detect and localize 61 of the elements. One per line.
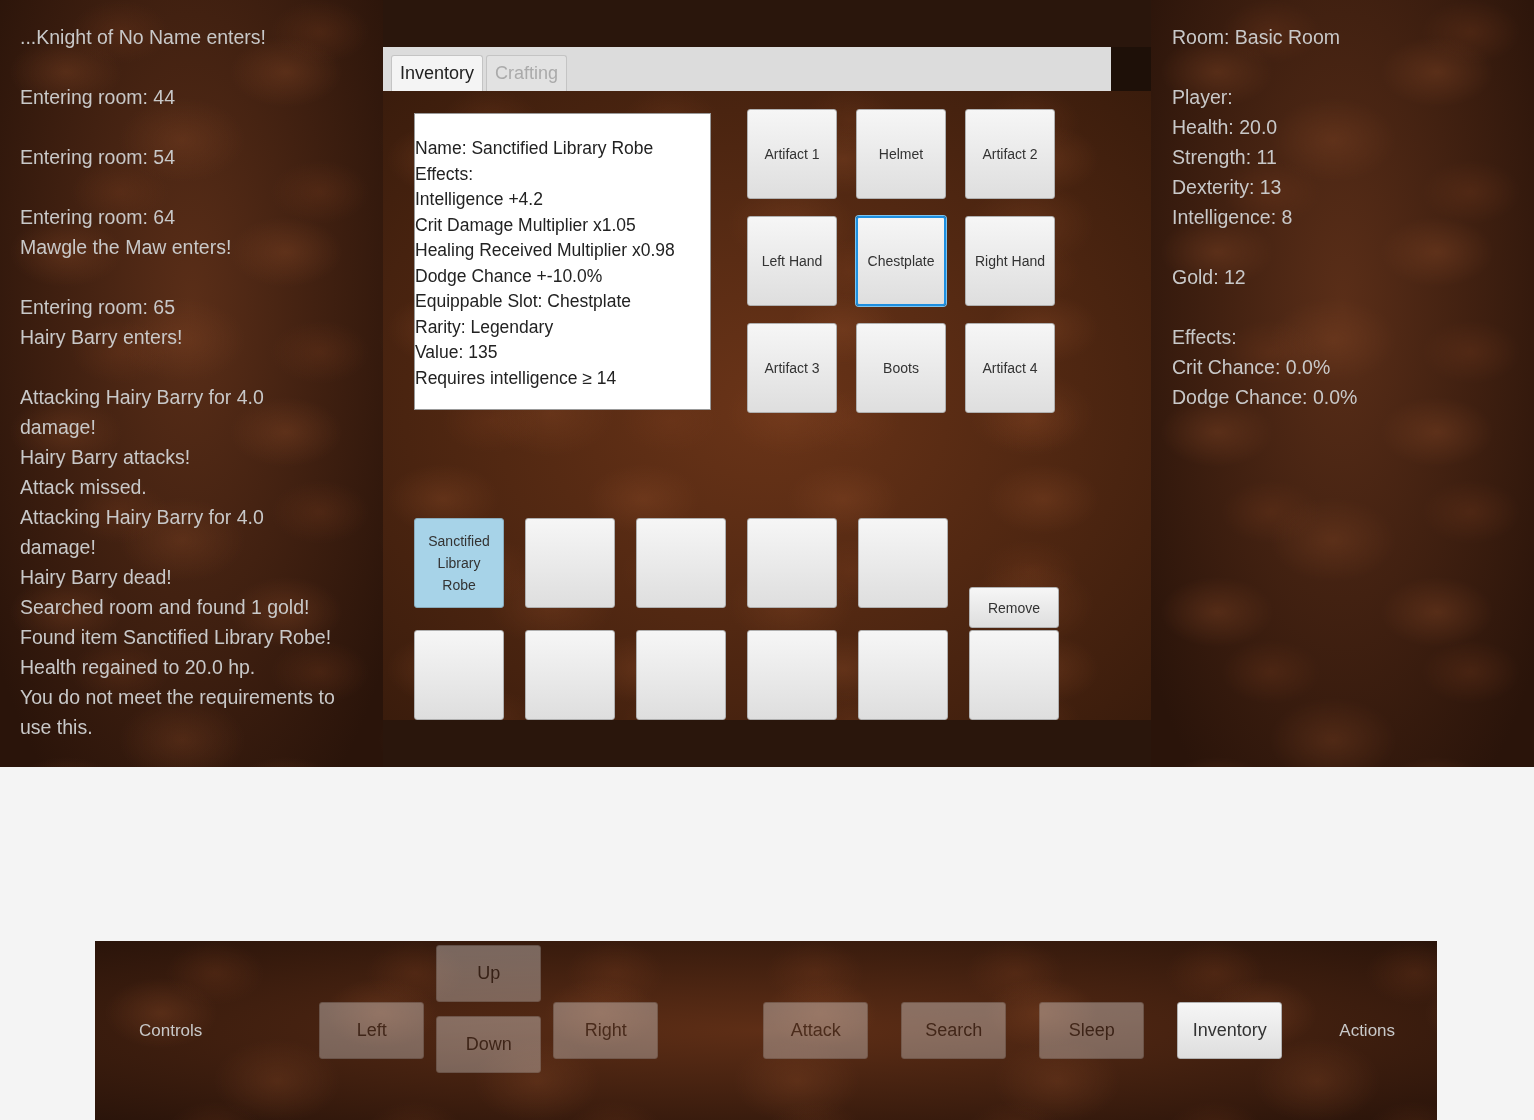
- inventory-slot[interactable]: Sanctified Library Robe: [414, 518, 504, 608]
- stat-line: Dexterity: 13: [1172, 175, 1283, 200]
- log-message: Attacking Hairy Barry for 4.0 damage!: [20, 385, 265, 440]
- inventory-slot[interactable]: [414, 630, 504, 720]
- log-message: Hairy Barry dead!: [20, 565, 173, 590]
- stat-line: Gold: 12: [1172, 265, 1247, 290]
- action-button[interactable]: Inventory: [1177, 1002, 1283, 1059]
- stat-line: Crit Chance: 0.0%: [1172, 355, 1332, 380]
- item-detail-line: Healing Received Multiplier x0.98: [415, 239, 676, 262]
- log-message: Entering room: 65: [20, 295, 176, 320]
- equipment-slot[interactable]: Artifact 3: [747, 323, 837, 413]
- log-message: Entering room: 54: [20, 145, 176, 170]
- tab[interactable]: Inventory: [391, 55, 484, 91]
- log-message: Attacking Hairy Barry for 4.0 damage!: [20, 505, 265, 560]
- item-detail-line: Rarity: Legendary: [415, 315, 555, 339]
- equipment-slot[interactable]: Chestplate: [856, 216, 946, 306]
- log-message: Health regained to 20.0 hp.: [20, 655, 257, 680]
- item-detail-line: Requires intelligence ≥ 14: [415, 366, 618, 390]
- item-detail-line: Effects:: [415, 162, 475, 186]
- inventory-slot[interactable]: [858, 518, 948, 608]
- inventory-slot[interactable]: [747, 630, 837, 720]
- equipment-slot[interactable]: Helmet: [856, 109, 946, 199]
- inventory-slot[interactable]: [636, 630, 726, 720]
- inventory-slot[interactable]: [525, 518, 615, 608]
- item-detail-line: Dodge Chance +-10.0%: [415, 264, 604, 288]
- controls-label: Controls: [139, 1020, 203, 1041]
- log-message: Entering room: 64: [20, 205, 176, 230]
- log-message: Mawgle the Maw enters!: [20, 235, 233, 260]
- item-detail-line: Intelligence +4.2: [415, 188, 544, 211]
- log-message: Attack missed.: [20, 475, 148, 500]
- equipment-slot[interactable]: Right Hand: [965, 216, 1055, 306]
- remove-button[interactable]: Remove: [969, 587, 1059, 628]
- stat-line: Player:: [1172, 85, 1234, 110]
- log-message: Hairy Barry enters!: [20, 325, 184, 350]
- stat-line: Effects:: [1172, 325, 1238, 350]
- inventory-slot[interactable]: [969, 630, 1059, 720]
- inventory-slot[interactable]: [525, 630, 615, 720]
- log-message: Entering room: 44: [20, 85, 176, 110]
- stat-line: Strength: 11: [1172, 145, 1278, 170]
- item-detail-line: Equippable Slot: Chestplate: [415, 290, 632, 313]
- equipment-slot[interactable]: Artifact 2: [965, 109, 1055, 199]
- log-message: ...Knight of No Name enters!: [20, 25, 268, 50]
- equipment-slot[interactable]: Boots: [856, 323, 946, 413]
- stat-line: Health: 20.0: [1172, 115, 1279, 140]
- log-message: Searched room and found 1 gold!: [20, 595, 311, 620]
- stat-line: Intelligence: 8: [1172, 205, 1294, 230]
- stat-line: Room: Basic Room: [1172, 25, 1341, 50]
- log-message: Hairy Barry attacks!: [20, 445, 192, 470]
- item-detail-line: Value: 135: [415, 341, 499, 364]
- log-message: Found item Sanctified Library Robe!: [20, 625, 333, 650]
- log-message: You do not meet the requirements to use this.: [20, 685, 336, 740]
- actions-label: Actions: [1339, 1020, 1396, 1041]
- item-detail-line: Name: Sanctified Library Robe: [415, 137, 655, 160]
- equipment-slot[interactable]: Left Hand: [747, 216, 837, 306]
- stat-line: Dodge Chance: 0.0%: [1172, 385, 1359, 410]
- equipment-slot[interactable]: Artifact 1: [747, 109, 837, 199]
- inventory-slot[interactable]: [747, 518, 837, 608]
- equipment-slot[interactable]: Artifact 4: [965, 323, 1055, 413]
- inventory-slot[interactable]: [858, 630, 948, 720]
- inventory-slot[interactable]: [636, 518, 726, 608]
- item-detail-line: Crit Damage Multiplier x1.05: [415, 213, 637, 237]
